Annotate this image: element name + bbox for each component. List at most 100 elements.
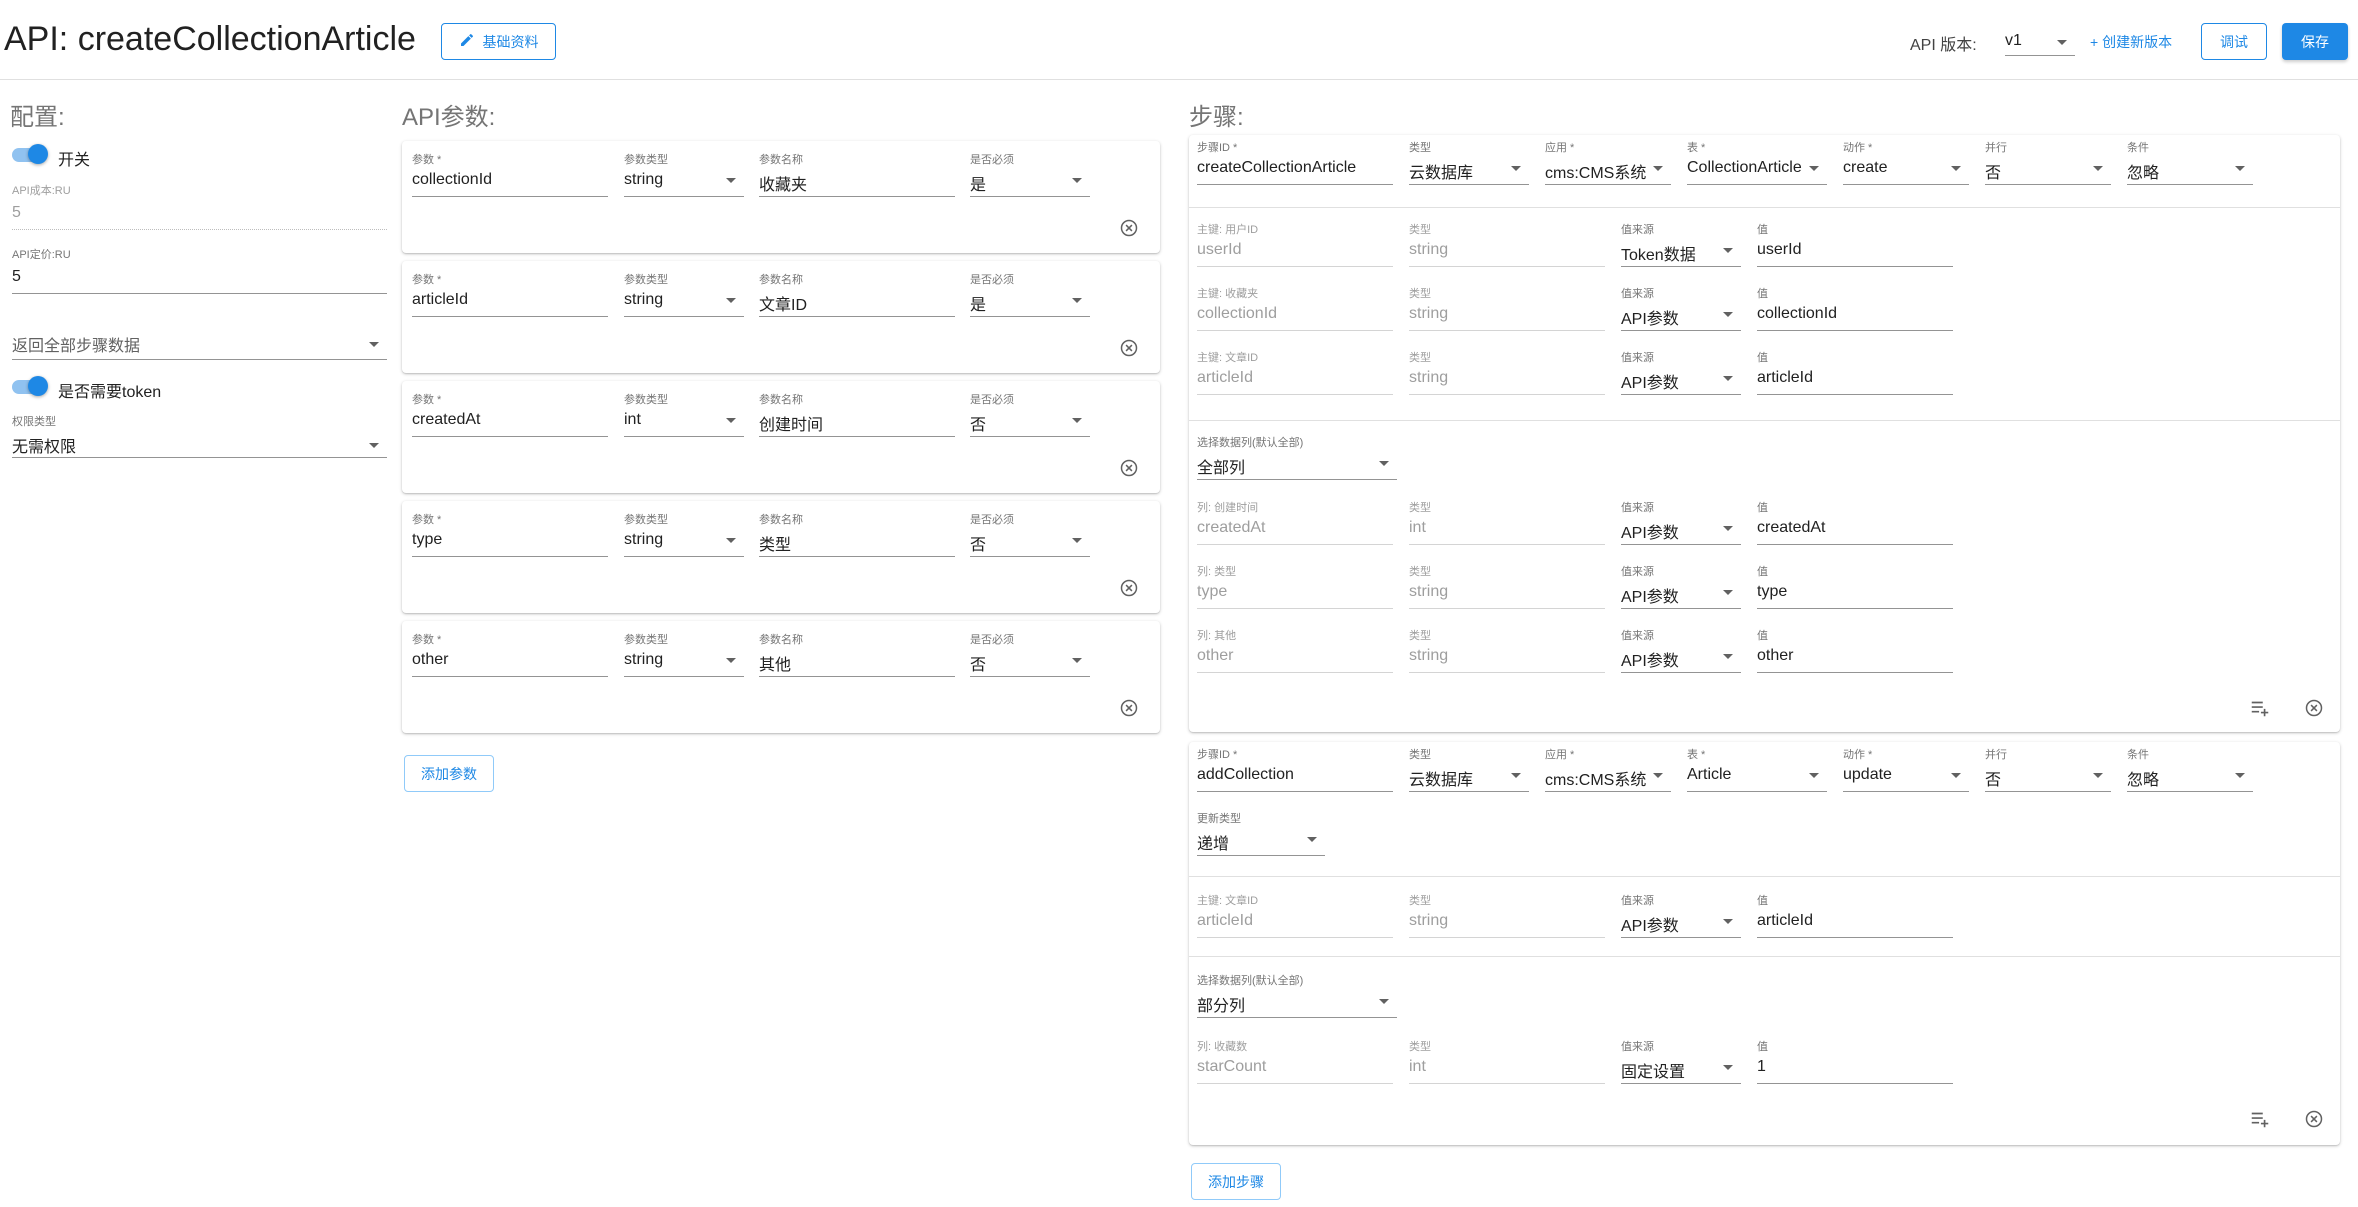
add-param-button[interactable]: 添加参数 bbox=[404, 755, 494, 792]
step-parallel-select[interactable]: 并行否 bbox=[1985, 746, 2111, 792]
chevron-down-icon bbox=[726, 298, 736, 303]
add-step-button[interactable]: 添加步骤 bbox=[1191, 1163, 1281, 1200]
permission-select[interactable]: 权限类型 无需权限 bbox=[12, 413, 387, 458]
param-required-select-value: 否 bbox=[970, 417, 987, 434]
step-type-select[interactable]: 类型 云数据库 bbox=[1409, 139, 1529, 185]
param-type-select[interactable]: 参数类型 string bbox=[624, 511, 744, 557]
param-required-select[interactable]: 是否必须是 bbox=[970, 271, 1090, 317]
step-action-select[interactable]: 动作 * create bbox=[1843, 139, 1969, 185]
step-parallel-select-value: 否 bbox=[1985, 772, 2002, 789]
remove-param-icon[interactable] bbox=[1118, 577, 1140, 599]
param-required-select[interactable]: 是否必须否 bbox=[970, 631, 1090, 677]
step-condition-select[interactable]: 条件 忽略 bbox=[2127, 139, 2253, 185]
param-label-input-label: 参数名称 bbox=[759, 634, 803, 646]
step-type-select[interactable]: 类型 云数据库 bbox=[1409, 746, 1529, 792]
value-source-select[interactable]: 值来源 API参数 bbox=[1621, 627, 1741, 673]
token-toggle[interactable] bbox=[12, 376, 48, 396]
param-type-select[interactable]: 参数类型 int bbox=[624, 391, 744, 437]
field-name: 列: 收藏数 starCount bbox=[1197, 1038, 1393, 1084]
field-name-value: collectionId bbox=[1197, 305, 1278, 322]
value-input[interactable]: 值1 bbox=[1757, 1038, 1953, 1084]
step-parallel-select-value: 否 bbox=[1985, 165, 2002, 182]
value-input[interactable]: 值 userId bbox=[1757, 221, 1953, 267]
step-parallel-select-label: 并行 bbox=[1985, 142, 2007, 154]
api-cost-label: API成本:RU bbox=[12, 185, 71, 197]
param-name-input[interactable]: 参数 * createdAt bbox=[412, 391, 608, 437]
step-app-select[interactable]: 应用 * cms:CMS系统 bbox=[1545, 139, 1671, 185]
step-action-select[interactable]: 动作 * update bbox=[1843, 746, 1969, 792]
param-label-input[interactable]: 参数名称 收藏夹 bbox=[759, 151, 955, 197]
param-name-input[interactable]: 参数 * articleId bbox=[412, 271, 608, 317]
api-price-field[interactable]: API定价:RU 5 bbox=[12, 246, 387, 294]
param-label-input[interactable]: 参数名称 文章ID bbox=[759, 271, 955, 317]
step-table-select[interactable]: 表 * CollectionArticle bbox=[1687, 139, 1827, 185]
step-type-select-label: 类型 bbox=[1409, 142, 1431, 154]
param-label-input[interactable]: 参数名称 类型 bbox=[759, 511, 955, 557]
value-source-select[interactable]: 值来源 API参数 bbox=[1621, 349, 1741, 395]
update-type-select[interactable]: 更新类型 递增 bbox=[1197, 810, 1325, 856]
value-source-select[interactable]: 值来源 API参数 bbox=[1621, 499, 1741, 545]
value-input[interactable]: 值 collectionId bbox=[1757, 285, 1953, 331]
remove-param-icon[interactable] bbox=[1118, 217, 1140, 239]
step-id-input[interactable]: 步骤ID * createCollectionArticle bbox=[1197, 139, 1393, 185]
columns-select[interactable]: 选择数据列(默认全部) 全部列 bbox=[1197, 434, 1397, 480]
value-input[interactable]: 值 articleId bbox=[1757, 349, 1953, 395]
chevron-down-icon bbox=[2093, 166, 2103, 171]
api-version-select[interactable]: v1 bbox=[2005, 20, 2075, 56]
param-required-select[interactable]: 是否必须是 bbox=[970, 151, 1090, 197]
field-type-label: 类型 bbox=[1409, 502, 1431, 514]
value-input[interactable]: 值 articleId bbox=[1757, 892, 1953, 938]
param-type-select[interactable]: 参数类型 string bbox=[624, 631, 744, 677]
value-input[interactable]: 值 createdAt bbox=[1757, 499, 1953, 545]
value-source-select[interactable]: 值来源 API参数 bbox=[1621, 892, 1741, 938]
field-type: 类型 string bbox=[1409, 892, 1605, 938]
debug-button[interactable]: 调试 bbox=[2201, 23, 2267, 60]
step-condition-select-value: 忽略 bbox=[2127, 772, 2160, 789]
step-table-select[interactable]: 表 * Article bbox=[1687, 746, 1827, 792]
param-required-select-value: 是 bbox=[970, 297, 987, 314]
remove-param-icon[interactable] bbox=[1118, 337, 1140, 359]
value-input[interactable]: 值 other bbox=[1757, 627, 1953, 673]
basic-info-button[interactable]: 基础资料 bbox=[441, 23, 556, 60]
param-name-input[interactable]: 参数 * type bbox=[412, 511, 608, 557]
remove-step-icon[interactable] bbox=[2303, 1108, 2325, 1130]
value-source-select-value: API参数 bbox=[1621, 653, 1679, 670]
step-action-select-label: 动作 * bbox=[1843, 142, 1873, 154]
param-name-input-value: articleId bbox=[412, 291, 469, 308]
param-label-input[interactable]: 参数名称 创建时间 bbox=[759, 391, 955, 437]
add-row-icon[interactable] bbox=[2249, 697, 2271, 719]
field-name: 主键: 文章ID articleId bbox=[1197, 349, 1393, 395]
step-condition-select[interactable]: 条件 忽略 bbox=[2127, 746, 2253, 792]
value-source-select[interactable]: 值来源 API参数 bbox=[1621, 563, 1741, 609]
remove-param-icon[interactable] bbox=[1118, 457, 1140, 479]
return-data-select[interactable]: 返回全部步骤数据 bbox=[12, 326, 387, 360]
columns-select[interactable]: 选择数据列(默认全部) 部分列 bbox=[1197, 972, 1397, 1018]
value-source-select[interactable]: 值来源 Token数据 bbox=[1621, 221, 1741, 267]
param-type-select[interactable]: 参数类型 string bbox=[624, 151, 744, 197]
create-version-button[interactable]: + 创建新版本 bbox=[2090, 32, 2172, 52]
remove-param-icon[interactable] bbox=[1118, 697, 1140, 719]
param-required-select-value: 是 bbox=[970, 177, 987, 194]
step-app-select[interactable]: 应用 * cms:CMS系统 bbox=[1545, 746, 1671, 792]
field-type-value: string bbox=[1409, 305, 1449, 322]
save-label: 保存 bbox=[2301, 33, 2329, 50]
value-source-select-label: 值来源 bbox=[1621, 502, 1654, 514]
save-button[interactable]: 保存 bbox=[2282, 23, 2348, 60]
param-name-input-value: collectionId bbox=[412, 171, 493, 188]
step-parallel-select[interactable]: 并行否 bbox=[1985, 139, 2111, 185]
switch-toggle[interactable] bbox=[12, 144, 48, 164]
remove-step-icon[interactable] bbox=[2303, 697, 2325, 719]
add-row-icon[interactable] bbox=[2249, 1108, 2271, 1130]
param-name-input[interactable]: 参数 * other bbox=[412, 631, 608, 677]
param-label-input[interactable]: 参数名称 其他 bbox=[759, 631, 955, 677]
param-required-select[interactable]: 是否必须否 bbox=[970, 391, 1090, 437]
param-type-select[interactable]: 参数类型 string bbox=[624, 271, 744, 317]
param-required-select[interactable]: 是否必须否 bbox=[970, 511, 1090, 557]
step-id-input[interactable]: 步骤ID * addCollection bbox=[1197, 746, 1393, 792]
permission-value: 无需权限 bbox=[12, 439, 77, 456]
param-name-input[interactable]: 参数 * collectionId bbox=[412, 151, 608, 197]
value-input[interactable]: 值 type bbox=[1757, 563, 1953, 609]
chevron-down-icon bbox=[726, 418, 736, 423]
value-source-select[interactable]: 值来源 API参数 bbox=[1621, 285, 1741, 331]
value-source-select[interactable]: 值来源 固定设置 bbox=[1621, 1038, 1741, 1084]
